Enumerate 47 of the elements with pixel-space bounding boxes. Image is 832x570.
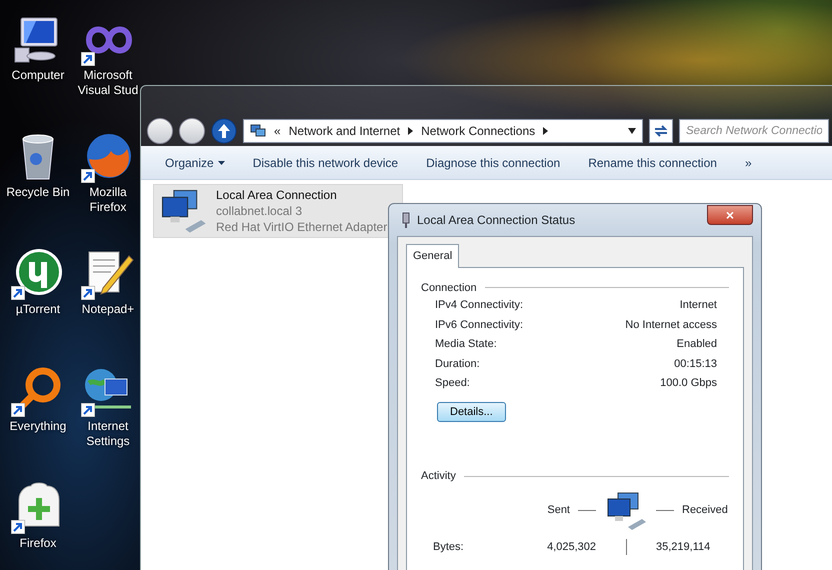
field-value: 00:15:13 [674,356,717,372]
desktop-shortcut[interactable]: Notepad+ [81,246,135,317]
toolbar-button[interactable]: Organize [151,150,239,176]
field-label: Speed: [435,376,470,391]
network-icon [250,123,266,139]
toolbar-button[interactable]: Disable this network device [238,150,412,176]
field-value: Internet [680,298,717,313]
bytes-label: Bytes: [433,540,465,554]
desktop-shortcut[interactable]: Microsoft Visual Stud [77,12,139,98]
refresh-icon[interactable] [649,119,673,143]
forward-button[interactable] [179,118,205,144]
breadcrumb-arrow-icon[interactable] [543,127,548,135]
bytes-received-value: 35,219,114 [656,540,712,554]
sent-label: Sent [547,503,570,518]
dialog-title: Local Area Connection Status [417,212,576,229]
desktop-shortcut[interactable]: Computer [11,12,65,83]
desktop-shortcut[interactable]: Firefox [11,480,65,551]
field-value: 100.0 Gbps [660,376,717,391]
dropdown-caret-icon[interactable] [628,128,636,134]
group-heading: Activity [421,469,456,484]
desktop-shortcut[interactable]: Recycle Bin [6,129,70,200]
bytes-sent-value: 4,025,302 [546,540,596,554]
toolbar-button[interactable]: Rename this connection [574,150,731,176]
breadcrumb-item[interactable]: Network Connections [421,122,536,140]
network-cable-icon [401,212,411,228]
address-bar[interactable]: « Network and Internet Network Connections [243,119,643,143]
field-label: Duration: [435,356,480,372]
breadcrumb-arrow-icon[interactable] [408,127,414,135]
field-value: Enabled [676,337,717,352]
back-button[interactable] [147,118,173,144]
field-label: IPv4 Connectivity: [435,298,524,313]
desktop-shortcut[interactable]: µTorrent [11,246,65,317]
desktop-shortcut[interactable]: Internet Settings [77,363,139,449]
group-heading: Connection [421,280,477,296]
details-button[interactable]: Details... [437,402,506,422]
breadcrumb-item[interactable]: Network and Internet [288,122,400,140]
received-label: Received [682,503,728,518]
connection-item[interactable]: Local Area Connection collabnet.local 3 Red Hat VirtIO Ethernet Adapter [153,184,403,238]
toolbar-button[interactable]: Diagnose this connection [412,150,574,176]
toolbar-button[interactable]: » [730,150,766,176]
field-label: IPv6 Connectivity: [435,318,524,332]
field-label: Media State: [435,337,497,352]
field-value: No Internet access [625,318,717,332]
tab[interactable]: General [406,244,460,268]
desktop-shortcut[interactable]: Everything [10,363,66,434]
desktop-shortcut[interactable]: Mozilla Firefox [77,129,139,215]
breadcrumb-overflow[interactable]: « [274,122,281,140]
